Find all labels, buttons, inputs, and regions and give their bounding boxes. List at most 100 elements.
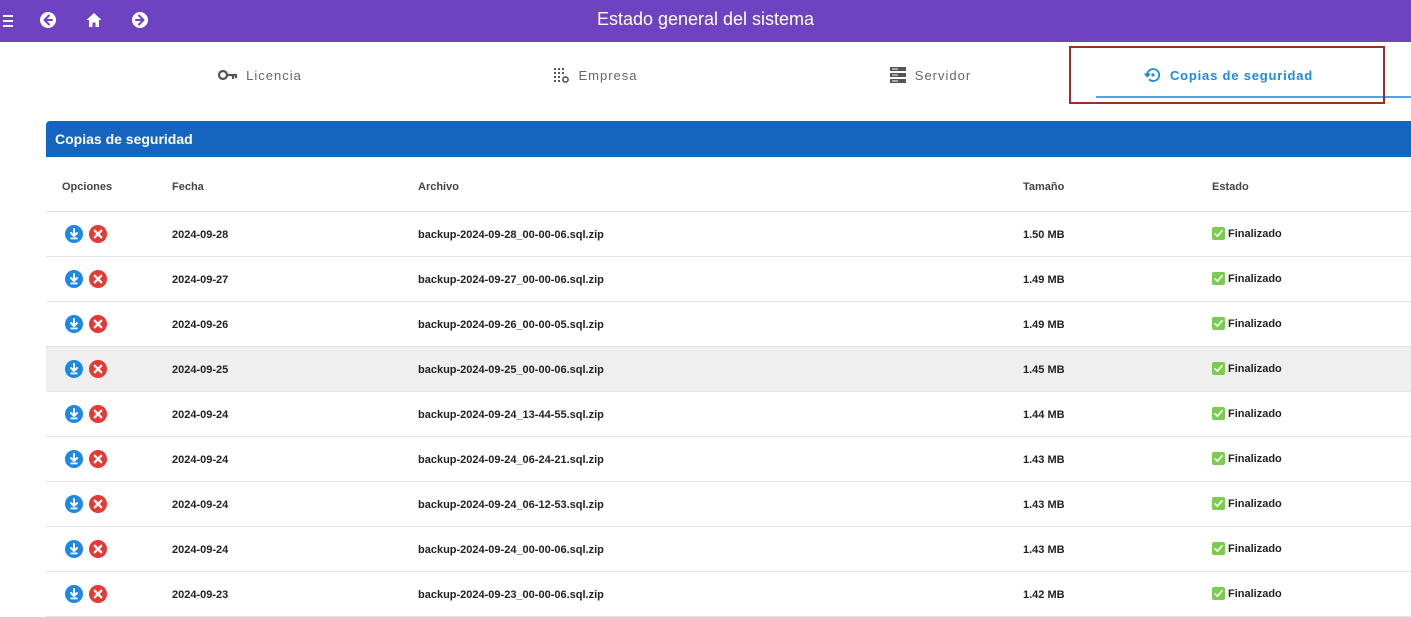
row-archivo: backup-2024-09-24_00-00-06.sql.zip [418,544,604,556]
table-row[interactable]: 2024-09-27 backup-2024-09-27_00-00-06.sq… [46,257,1411,302]
check-icon [1212,362,1225,375]
row-options [65,585,107,603]
download-icon[interactable] [65,360,83,378]
download-icon[interactable] [65,540,83,558]
row-archivo: backup-2024-09-24_13-44-55.sql.zip [418,409,604,421]
status-text: Finalizado [1228,317,1282,330]
tab-bar: Licencia Empresa Servidor Copias de segu… [0,42,1411,112]
delete-icon[interactable] [89,315,107,333]
delete-icon[interactable] [89,360,107,378]
row-fecha: 2024-09-24 [172,544,229,556]
row-estado: Finalizado [1212,587,1282,600]
row-tamano: 1.43 MB [1023,499,1065,511]
row-tamano: 1.49 MB [1023,319,1065,331]
check-icon [1212,452,1225,465]
download-icon[interactable] [65,270,83,288]
row-tamano: 1.50 MB [1023,229,1065,241]
table-row[interactable]: 2024-09-25 backup-2024-09-25_00-00-06.sq… [46,347,1411,392]
row-options [65,450,107,468]
row-archivo: backup-2024-09-26_00-00-05.sql.zip [418,319,604,331]
tab-label: Licencia [246,67,302,83]
check-icon [1212,497,1225,510]
row-fecha: 2024-09-24 [172,409,229,421]
check-icon [1212,542,1225,555]
table-row[interactable]: 2024-09-28 backup-2024-09-28_00-00-06.sq… [46,212,1411,257]
table-row[interactable]: 2024-09-24 backup-2024-09-24_13-44-55.sq… [46,392,1411,437]
row-archivo: backup-2024-09-23_00-00-06.sql.zip [418,589,604,601]
delete-icon[interactable] [89,495,107,513]
row-estado: Finalizado [1212,272,1282,285]
row-options [65,315,107,333]
row-estado: Finalizado [1212,497,1282,510]
row-estado: Finalizado [1212,407,1282,420]
column-header-tamano[interactable]: Tamaño [1023,181,1064,193]
row-tamano: 1.43 MB [1023,454,1065,466]
row-fecha: 2024-09-26 [172,319,229,331]
row-archivo: backup-2024-09-24_06-24-21.sql.zip [418,454,604,466]
column-header-fecha[interactable]: Fecha [172,181,204,193]
delete-icon[interactable] [89,450,107,468]
delete-icon[interactable] [89,585,107,603]
status-text: Finalizado [1228,227,1282,240]
key-icon [218,69,238,81]
tab-licencia[interactable]: Licencia [160,42,360,108]
row-options [65,270,107,288]
row-tamano: 1.42 MB [1023,589,1065,601]
check-icon [1212,317,1225,330]
row-archivo: backup-2024-09-27_00-00-06.sql.zip [418,274,604,286]
check-icon [1212,407,1225,420]
row-estado: Finalizado [1212,227,1282,240]
column-header-archivo[interactable]: Archivo [418,181,459,193]
row-estado: Finalizado [1212,542,1282,555]
table-row[interactable]: 2024-09-26 backup-2024-09-26_00-00-05.sq… [46,302,1411,347]
delete-icon[interactable] [89,270,107,288]
check-icon [1212,272,1225,285]
row-archivo: backup-2024-09-28_00-00-06.sql.zip [418,229,604,241]
download-icon[interactable] [65,315,83,333]
table-row[interactable]: 2024-09-23 backup-2024-09-23_00-00-06.sq… [46,572,1411,617]
tab-empresa[interactable]: Empresa [495,42,695,108]
row-fecha: 2024-09-23 [172,589,229,601]
row-tamano: 1.45 MB [1023,364,1065,376]
top-bar: Estado general del sistema [0,0,1411,42]
check-icon [1212,227,1225,240]
tab-servidor[interactable]: Servidor [830,42,1030,108]
status-text: Finalizado [1228,362,1282,375]
delete-icon[interactable] [89,225,107,243]
table-row[interactable]: 2024-09-24 backup-2024-09-24_06-24-21.sq… [46,437,1411,482]
row-options [65,405,107,423]
row-options [65,360,107,378]
row-fecha: 2024-09-24 [172,454,229,466]
download-icon[interactable] [65,405,83,423]
row-fecha: 2024-09-24 [172,499,229,511]
download-icon[interactable] [65,495,83,513]
table-header: Opciones Fecha Archivo Tamaño Estado [46,166,1411,212]
row-tamano: 1.49 MB [1023,274,1065,286]
status-text: Finalizado [1228,452,1282,465]
table-row[interactable]: 2024-09-24 backup-2024-09-24_06-12-53.sq… [46,482,1411,527]
page-title: Estado general del sistema [596,9,815,29]
row-archivo: backup-2024-09-25_00-00-06.sql.zip [418,364,604,376]
row-archivo: backup-2024-09-24_06-12-53.sql.zip [418,499,604,511]
table-row[interactable]: 2024-09-24 backup-2024-09-24_00-00-06.sq… [46,527,1411,572]
table-body: 2024-09-28 backup-2024-09-28_00-00-06.sq… [46,212,1411,617]
status-text: Finalizado [1228,497,1282,510]
row-estado: Finalizado [1212,452,1282,465]
row-options [65,540,107,558]
download-icon[interactable] [65,450,83,468]
row-tamano: 1.43 MB [1023,544,1065,556]
tab-label: Empresa [578,67,638,83]
row-tamano: 1.44 MB [1023,409,1065,421]
download-icon[interactable] [65,585,83,603]
delete-icon[interactable] [89,405,107,423]
column-header-opciones[interactable]: Opciones [62,181,112,193]
delete-icon[interactable] [89,540,107,558]
row-fecha: 2024-09-28 [172,229,229,241]
row-options [65,225,107,243]
row-estado: Finalizado [1212,317,1282,330]
status-text: Finalizado [1228,587,1282,600]
row-fecha: 2024-09-25 [172,364,229,376]
row-fecha: 2024-09-27 [172,274,229,286]
download-icon[interactable] [65,225,83,243]
column-header-estado[interactable]: Estado [1212,181,1249,193]
